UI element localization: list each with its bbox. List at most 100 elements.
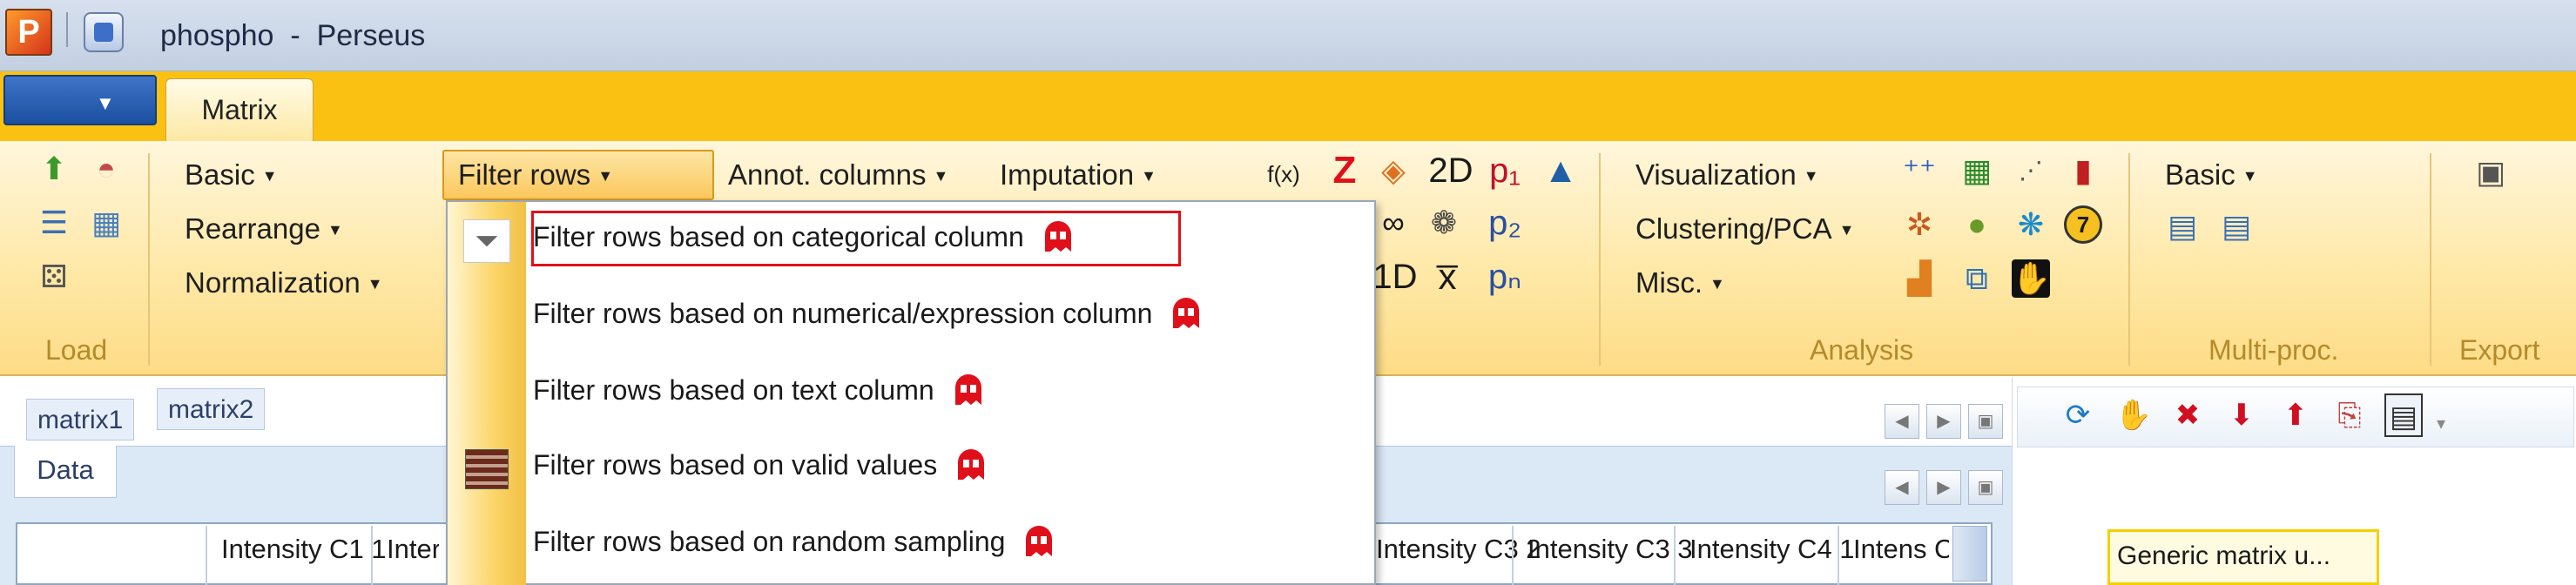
tab-matrix2[interactable]: matrix2	[157, 388, 266, 430]
two-d-icon[interactable]: 2D	[1425, 151, 1477, 190]
scroll-right-icon[interactable]: ▶	[1926, 470, 1961, 505]
ghost-icon	[1044, 221, 1071, 252]
column-header[interactable]: Intens C4	[1853, 535, 1949, 564]
fox-icon[interactable]: ◈	[1374, 151, 1413, 190]
arrow-down-icon[interactable]: ⬇	[2222, 393, 2261, 437]
normalization-menu-button[interactable]: Normalization ▼	[185, 263, 383, 303]
group-label-load: Load	[45, 334, 108, 366]
overflow-chevron-icon[interactable]: ▾	[2437, 413, 2459, 439]
arrow-up-icon[interactable]: ⬆	[2276, 393, 2315, 437]
tab-matrix1[interactable]: matrix1	[26, 399, 135, 440]
window-menu-button[interactable]	[84, 12, 124, 52]
visualization-menu-button[interactable]: Visualization ▼	[1635, 155, 1819, 195]
annot-columns-menu-button[interactable]: Annot. columns ▼	[728, 155, 948, 195]
scatter-plot-icon[interactable]: ⋰	[2012, 151, 2050, 190]
tab-data[interactable]: Data	[14, 446, 117, 498]
menu-item-filter-valid-values[interactable]: Filter rows based on valid values	[533, 440, 986, 489]
scroll-left-icon[interactable]: ◀	[1885, 470, 1919, 505]
column-divider	[206, 526, 207, 585]
window-list-icon[interactable]: ▣	[1968, 404, 2003, 439]
column-divider	[1838, 526, 1839, 585]
network-icon[interactable]: ✲	[1900, 205, 1939, 244]
ghost-icon	[958, 449, 985, 480]
column-header[interactable]: Intensity C3 3	[1527, 535, 1693, 564]
column-header[interactable]: Intensity C3 2	[1376, 535, 1541, 564]
triangle-icon[interactable]: ▲	[1541, 151, 1580, 190]
save-icon[interactable]: ▣	[2471, 153, 2510, 192]
group-separator	[2430, 153, 2431, 366]
refresh-icon[interactable]: ⟳	[2059, 393, 2097, 437]
column-divider	[371, 526, 373, 585]
chevron-down-icon: ▼	[1141, 167, 1157, 185]
scatter-plus-icon[interactable]: ⁺⁺	[1900, 151, 1939, 190]
one-d-icon[interactable]: 1D	[1369, 258, 1421, 296]
filter-rows-menu-button[interactable]: Filter rows ▼	[442, 150, 714, 200]
pdf-export-icon[interactable]: ⎘	[2330, 393, 2369, 437]
perseus-app-icon[interactable]: P	[5, 9, 52, 56]
ghost-icon	[954, 374, 981, 405]
workflow-node[interactable]: Generic matrix u...	[2107, 529, 2379, 585]
function-icon[interactable]: f(x)	[1264, 155, 1303, 193]
scroll-left-icon[interactable]: ◀	[1885, 404, 1919, 439]
pn-icon[interactable]: pₙ	[1486, 258, 1524, 296]
profile-plot-icon[interactable]: ❋	[2012, 205, 2050, 244]
ghost-icon	[1026, 526, 1053, 556]
column-header[interactable]: Intensity C4 1	[1689, 535, 1855, 564]
multi-table-icon[interactable]: ▤	[2163, 207, 2202, 245]
menu-item-filter-numerical[interactable]: Filter rows based on numerical/expressio…	[533, 289, 1201, 338]
chevron-down-icon: ▼	[96, 92, 115, 114]
z-score-icon[interactable]: Z	[1325, 151, 1364, 190]
close-icon[interactable]: ✖	[2168, 393, 2207, 437]
mean-icon[interactable]: x̅	[1428, 258, 1467, 296]
p2-icon[interactable]: p₂	[1486, 204, 1524, 242]
hand-select-icon[interactable]: ✋	[2012, 259, 2051, 298]
pan-hand-icon[interactable]: ✋	[2114, 393, 2153, 437]
venn-icon[interactable]: ∞	[1374, 204, 1413, 242]
group-separator	[2128, 153, 2130, 366]
valid-values-icon	[465, 449, 509, 489]
group-separator	[148, 153, 150, 366]
open-file-icon[interactable]: ◓	[87, 150, 125, 188]
menu-item-filter-categorical[interactable]: Filter rows based on categorical column	[533, 212, 1073, 261]
tab-matrix[interactable]: Matrix	[165, 78, 314, 141]
menu-item-filter-random-sampling[interactable]: Filter rows based on random sampling	[533, 517, 1054, 566]
column-header[interactable]: Intensity C1 1	[221, 535, 387, 564]
bar-chart-icon[interactable]: ▟	[1900, 259, 1939, 298]
chevron-down-icon: ▼	[1709, 275, 1725, 292]
ribbon-tab-row	[0, 71, 2576, 141]
multiproc-basic-menu-button[interactable]: Basic ▼	[2165, 155, 2258, 195]
heatmap-grid-icon[interactable]: ▦	[1958, 151, 1996, 190]
chevron-down-icon: ▼	[1803, 167, 1819, 185]
group-label-export: Export	[2459, 334, 2540, 366]
group-separator	[1599, 153, 1601, 366]
misc-menu-button[interactable]: Misc. ▼	[1635, 263, 1725, 303]
list-icon[interactable]: ☰	[35, 204, 73, 242]
vertical-scrollbar[interactable]	[1952, 526, 1987, 582]
table-load-icon[interactable]: ▦	[87, 204, 125, 242]
rearrange-menu-button[interactable]: Rearrange ▼	[185, 209, 343, 249]
basic-menu-button[interactable]: Basic ▼	[185, 155, 278, 195]
p1-icon[interactable]: p₁	[1486, 151, 1524, 190]
chevron-down-icon: ▼	[261, 167, 278, 185]
application-menu-button[interactable]: ▼	[3, 75, 157, 125]
document-icon[interactable]: ▤	[2384, 393, 2423, 437]
window-title: phospho - Perseus	[160, 19, 426, 52]
generate-icon[interactable]: ⚄	[35, 258, 73, 296]
multi-table-refresh-icon[interactable]: ▤	[2217, 207, 2256, 245]
column-divider	[1512, 526, 1514, 585]
histogram-icon[interactable]: ▮	[2064, 151, 2102, 190]
imputation-menu-button[interactable]: Imputation ▼	[1000, 155, 1157, 195]
chevron-down-icon: ▼	[367, 275, 383, 292]
menu-item-filter-text[interactable]: Filter rows based on text column	[533, 366, 983, 414]
clustering-pca-menu-button[interactable]: Clustering/PCA ▼	[1635, 209, 1854, 249]
seven-badge-icon[interactable]: 7	[2064, 205, 2102, 244]
venn-green-icon[interactable]: ●	[1958, 205, 1996, 244]
arrow-up-icon[interactable]: ⬆	[35, 150, 73, 188]
hierarchy-icon[interactable]: ⧉	[1958, 259, 1996, 298]
column-header[interactable]: Inter	[387, 535, 439, 564]
chevron-down-icon: ▼	[597, 167, 614, 185]
chevron-down-icon: ▼	[2242, 167, 2258, 185]
cluster-animal-icon[interactable]: ❁	[1425, 204, 1463, 242]
scroll-right-icon[interactable]: ▶	[1926, 404, 1961, 439]
window-list-icon[interactable]: ▣	[1968, 470, 2003, 505]
